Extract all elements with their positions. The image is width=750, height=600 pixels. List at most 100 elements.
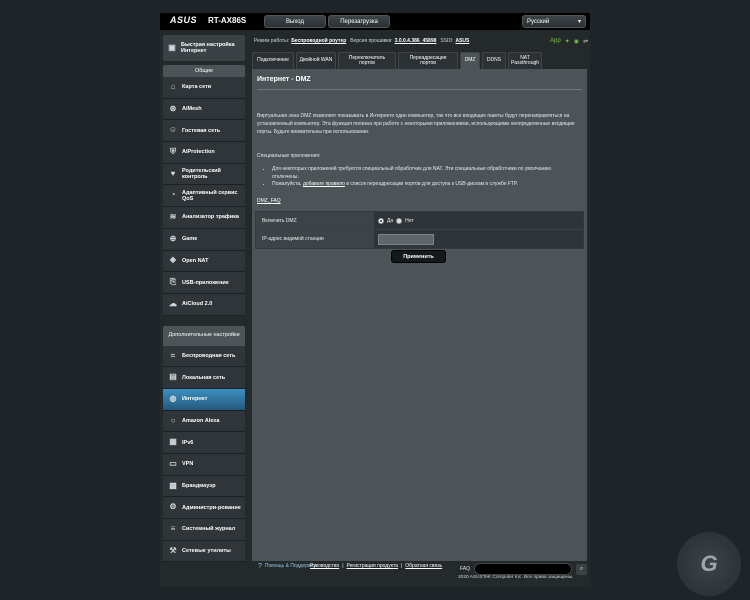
ssid-link[interactable]: ASUS <box>455 38 469 44</box>
yes-label: Да <box>387 217 394 224</box>
help-label: Помощь & Поддержка <box>264 562 317 569</box>
footer-links: Руководство | Регистрация продукта | Обр… <box>310 563 443 569</box>
usb-status-icon[interactable]: ⇌ <box>583 38 588 45</box>
sidebar-item-aimesh[interactable]: ⊛ AiMesh <box>163 98 245 121</box>
enable-dmz-options: Да Нет <box>374 212 583 229</box>
vpn-icon: ▭ <box>169 458 177 468</box>
sidebar-item-usb[interactable]: ⎘ USB-приложение <box>163 272 245 294</box>
tab-2[interactable]: Переключатель портов <box>338 52 396 69</box>
sidebar-item-label: Локальная сеть <box>182 374 226 381</box>
sidebar-item-shield[interactable]: ⛨ AiProtection <box>163 142 245 164</box>
search-icon[interactable]: ⌕ <box>576 564 587 575</box>
sidebar-item-network-tools[interactable]: ⚒ Сетевые утилиты <box>163 540 245 563</box>
sidebar-item-label: USB-приложение <box>182 279 229 286</box>
qos-icon: ◔ <box>170 190 176 200</box>
sidebar-item-label: Системный журнал <box>182 526 236 533</box>
sidebar-item-label: Amazon Alexa <box>182 417 220 424</box>
feedback-link[interactable]: Обратная связь <box>405 563 442 569</box>
usb-icon: ⎘ <box>169 277 177 287</box>
globe-icon: ◍ <box>169 393 177 403</box>
lan-icon: ▤ <box>169 372 177 382</box>
quick-setup-label: Быстрая настройка Интернет <box>181 41 235 54</box>
sidebar-item-label: Анализатор трафика <box>182 214 239 221</box>
quick-setup-button[interactable]: ▣ Быстрая настройка Интернет <box>163 35 245 61</box>
firmware-link[interactable]: 3.0.0.4.386_45898 <box>395 38 437 44</box>
tab-4[interactable]: DMZ <box>460 52 480 69</box>
sidebar-item-label: Брандмауэр <box>182 483 216 489</box>
sidebar-item-guest-network[interactable]: ☺ Гостевая сеть <box>163 120 245 143</box>
sidebar-item-firewall[interactable]: ▩ Брандмауэр <box>163 475 245 498</box>
guest-network-icon: ☺ <box>168 125 178 135</box>
sidebar-item-wireless[interactable]: ≈ Беспроводная сеть <box>163 345 245 368</box>
sidebar-item-lan[interactable]: ▤ Локальная сеть <box>163 367 245 389</box>
router-admin-window: ASUS RT-AX86S Выход Перезагрузка Русский… <box>160 13 590 587</box>
reboot-button[interactable]: Перезагрузка <box>328 15 390 28</box>
sidebar-item-label: Open NAT <box>182 257 209 264</box>
sidebar-item-open-nat[interactable]: ◈ Open NAT <box>163 250 245 273</box>
tab-bar: Подключение Двойной WAN Переключатель порт… <box>252 52 542 69</box>
sidebar-item-cloud[interactable]: ☁ AiCloud 2.0 <box>163 293 245 316</box>
page-title: Интернет - DMZ <box>257 76 311 83</box>
sidebar-item-qos[interactable]: ◔ Адаптивный сервис QoS <box>163 185 245 208</box>
sidebar-item-traffic-analyzer[interactable]: ≋ Анализатор трафика <box>163 207 245 229</box>
tab-6[interactable]: NAT Passthrough <box>508 52 542 69</box>
manual-link[interactable]: Руководство <box>310 563 339 569</box>
no-radio[interactable] <box>396 217 403 224</box>
admin-icon: ⚙ <box>169 502 177 512</box>
sidebar-item-system-log[interactable]: ≡ Системный журнал <box>163 519 245 541</box>
enable-dmz-row: Включить DMZ Да Нет <box>256 212 583 230</box>
tab-1[interactable]: Двойной WAN <box>296 52 336 69</box>
dmz-faq-link[interactable]: DMZ_FAQ <box>257 198 281 204</box>
help-support[interactable]: ? Помощь & Поддержка <box>258 563 316 570</box>
model-name: RT-AX86S <box>208 16 247 25</box>
watermark-logo: G <box>677 532 741 596</box>
sidebar-item-label: Родительский контроль <box>182 168 221 181</box>
ip-row: IP-адрес видимой станции <box>256 230 583 248</box>
register-link[interactable]: Регистрация продукта <box>347 563 398 569</box>
main-content: Интернет - DMZ Виртуальная зона DMZ позв… <box>252 69 587 561</box>
internet-status-icon[interactable]: ◉ <box>574 38 579 45</box>
status-bar: Режим работы: Беспроводной роутер Версия… <box>254 35 590 47</box>
language-select[interactable]: Русский ▾ <box>522 15 586 28</box>
sidebar-item-label: AiCloud 2.0 <box>182 301 213 308</box>
system-log-icon: ≡ <box>170 524 176 533</box>
network-tools-icon: ⚒ <box>169 545 177 555</box>
logout-button[interactable]: Выход <box>264 15 326 28</box>
sidebar-item-gamepad[interactable]: ⊕ Game <box>163 228 245 251</box>
tab-3[interactable]: Переадресация портов <box>398 52 458 69</box>
parental-control-icon: ♥ <box>170 168 176 178</box>
faq-search-input[interactable] <box>474 563 572 575</box>
sidebar-item-alexa[interactable]: ○ Amazon Alexa <box>163 410 245 433</box>
app-link[interactable]: App <box>550 38 561 44</box>
sidebar-item-globe[interactable]: ◍ Интернет <box>163 388 245 411</box>
sidebar-item-parental-control[interactable]: ♥ Родительский контроль <box>163 163 245 186</box>
gamepad-icon: ⊕ <box>169 233 177 243</box>
mode-link[interactable]: Беспроводной роутер <box>291 38 346 44</box>
sidebar-item-label: Сетевые утилиты <box>182 548 231 555</box>
advanced-menu: ≈ Беспроводная сеть ▤ Локальная сеть ◍ Интерн… <box>163 345 245 563</box>
traffic-analyzer-icon: ≋ <box>169 212 177 222</box>
apply-button[interactable]: Применить <box>391 250 446 263</box>
firewall-icon: ▩ <box>169 480 177 490</box>
tab-0[interactable]: Подключение <box>252 52 294 69</box>
aimesh-icon: ⊛ <box>169 103 177 113</box>
add-rule-link[interactable]: добавьте правило <box>303 181 345 187</box>
bullet-text: в список переадресации портов для доступ… <box>344 181 519 187</box>
sidebar-item-admin[interactable]: ⚙ Администри-рование <box>163 497 245 520</box>
sidebar-item-label: Гостевая сеть <box>182 127 221 134</box>
yes-radio[interactable] <box>378 217 384 224</box>
sidebar-item-label: Адаптивный сервис QoS <box>182 189 238 202</box>
advanced-header: Дополнительные настройки <box>163 325 245 346</box>
dmz-form: Включить DMZ Да Нет IP-адрес видимой ста… <box>255 211 584 249</box>
wifi-status-icon[interactable]: ✦ <box>565 38 570 45</box>
tab-5[interactable]: DDNS <box>482 52 506 69</box>
firmware-label: Версия прошивки: <box>350 38 393 44</box>
ip-address-input[interactable] <box>378 233 434 245</box>
sidebar-item-label: Карта сети <box>182 84 212 91</box>
sidebar-item-vpn[interactable]: ▭ VPN <box>163 454 245 476</box>
cloud-icon: ☁ <box>169 298 177 308</box>
sidebar-item-ipv6[interactable]: ▦ IPv6 <box>163 432 245 454</box>
enable-dmz-label: Включить DMZ <box>256 212 374 229</box>
sidebar-item-network-map[interactable]: ⌂ Карта сети <box>163 77 245 99</box>
general-menu: ⌂ Карта сети ⊛ AiMesh ☺ Гостевая сеть ⛨ AiProte… <box>163 77 245 316</box>
